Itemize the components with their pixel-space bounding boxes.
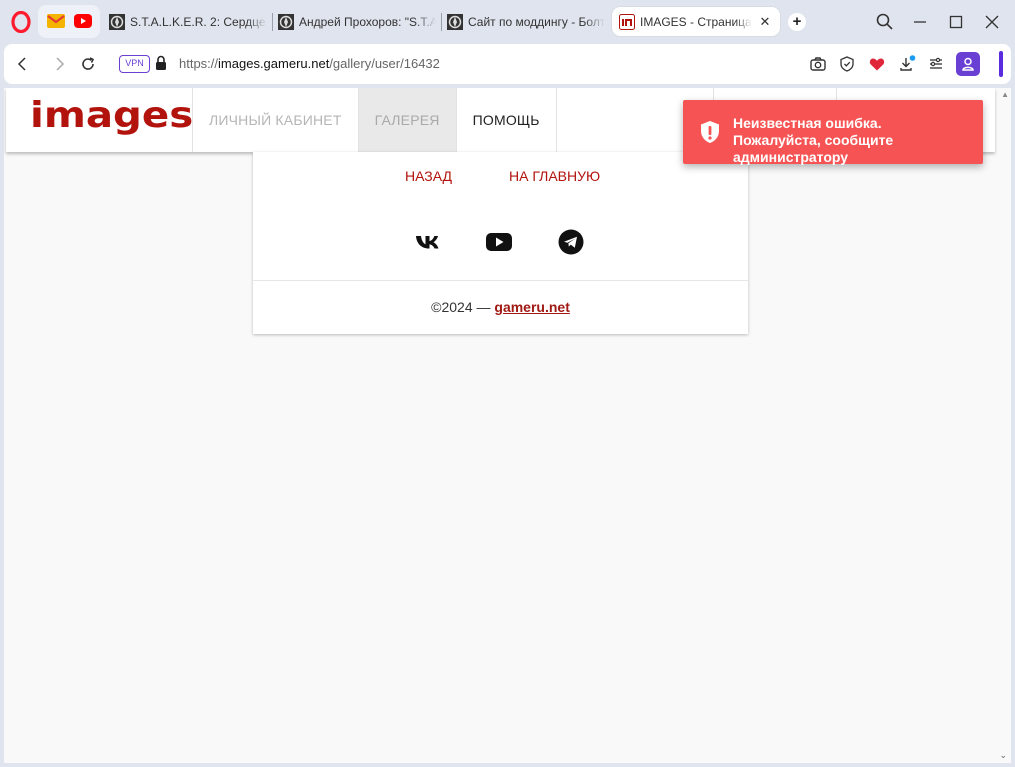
tab-title: S.T.A.L.K.E.R. 2: Сердце Чернобыля	[130, 15, 267, 29]
content-card: НАЗАД НА ГЛАВНУЮ ©2024 — gameru.net	[253, 152, 748, 334]
youtube-icon[interactable]	[74, 13, 92, 29]
youtube-icon[interactable]	[485, 228, 513, 256]
url-prefix: https://	[179, 56, 219, 71]
profile-button[interactable]	[956, 52, 980, 76]
shield-alert-icon	[701, 121, 719, 143]
tab-title: Андрей Прохоров: "S.T.A.L.K.E.R.	[299, 15, 436, 29]
vk-icon[interactable]	[414, 228, 442, 256]
gameru-link[interactable]: gameru.net	[494, 299, 569, 315]
tab-prokhorov[interactable]: Андрей Прохоров: "S.T.A.L.K.E.R.	[278, 8, 436, 36]
back-link[interactable]: НАЗАД	[405, 168, 452, 184]
copyright: ©2024 — gameru.net	[253, 299, 748, 315]
images-favicon-icon	[619, 13, 635, 30]
url-path: /gallery/user/16432	[329, 56, 440, 71]
close-window-icon[interactable]	[982, 12, 1002, 32]
back-arrow-icon[interactable]	[14, 55, 32, 73]
pinned-tabs	[38, 5, 100, 38]
gmail-icon[interactable]	[47, 13, 65, 29]
vpn-badge[interactable]: VPN	[119, 55, 150, 73]
heart-icon[interactable]	[868, 55, 886, 73]
lock-icon[interactable]	[154, 55, 168, 71]
stalker-favicon-icon	[447, 14, 463, 30]
page-viewport: images ЛИЧНЫЙ КАБИНЕТ ГАЛЕРЕЯ ПОМОЩЬ НАЗ…	[4, 88, 1011, 763]
url-domain: images.gameru.net	[218, 56, 330, 71]
user-icon	[962, 57, 974, 71]
download-icon[interactable]	[898, 55, 916, 73]
tab-separator	[441, 13, 442, 31]
stalker-favicon-icon	[109, 14, 125, 30]
toast-message: Неизвестная ошибка. Пожалуйста, сообщите…	[733, 115, 894, 165]
minimize-icon[interactable]	[910, 12, 930, 32]
reload-icon[interactable]	[79, 55, 97, 73]
telegram-icon[interactable]	[557, 228, 585, 256]
site-logo[interactable]: images	[30, 98, 193, 134]
stalker-favicon-icon	[278, 14, 294, 30]
tab-title: IMAGES - Страница не найдена	[640, 14, 752, 29]
easy-setup-icon[interactable]	[927, 55, 945, 73]
home-link[interactable]: НА ГЛАВНУЮ	[509, 168, 600, 184]
nav-item-gallery[interactable]: ГАЛЕРЕЯ	[357, 88, 456, 152]
nav-item-help[interactable]: ПОМОЩЬ	[455, 88, 557, 152]
shield-icon[interactable]	[838, 55, 856, 73]
social-links	[253, 228, 748, 256]
tab-stalker2[interactable]: S.T.A.L.K.E.R. 2: Сердце Чернобыля	[109, 8, 267, 36]
new-tab-button[interactable]: +	[788, 13, 806, 31]
address-bar: VPN https://images.gameru.net/gallery/us…	[4, 44, 1011, 84]
error-toast[interactable]: Неизвестная ошибка. Пожалуйста, сообщите…	[683, 100, 983, 165]
sidebar-handle[interactable]	[999, 51, 1003, 77]
tab-images[interactable]: IMAGES - Страница не найдена ✕	[612, 7, 780, 36]
tab-modding[interactable]: Сайт по моддингу - Болталка	[447, 8, 605, 36]
scroll-down-arrow-icon[interactable]: ⌄	[999, 750, 1007, 761]
copyright-text: ©2024 —	[431, 299, 495, 315]
opera-logo-icon[interactable]	[11, 11, 31, 33]
nav-item-account[interactable]: ЛИЧНЫЙ КАБИНЕТ	[192, 88, 358, 152]
url-field[interactable]: https://images.gameru.net/gallery/user/1…	[179, 56, 440, 71]
tab-title: Сайт по моддингу - Болталка	[468, 15, 605, 29]
tab-close-icon[interactable]: ✕	[758, 14, 772, 30]
main-nav: ЛИЧНЫЙ КАБИНЕТ ГАЛЕРЕЯ ПОМОЩЬ	[192, 88, 557, 152]
tab-strip: S.T.A.L.K.E.R. 2: Сердце Чернобыля Андре…	[0, 0, 1015, 44]
camera-icon[interactable]	[809, 55, 827, 73]
forward-arrow-icon[interactable]	[50, 55, 68, 73]
card-divider	[253, 280, 748, 281]
scroll-up-arrow-icon[interactable]: ▲	[1001, 90, 1009, 99]
tab-separator	[272, 13, 273, 31]
maximize-icon[interactable]	[946, 12, 966, 32]
search-tabs-icon[interactable]	[875, 12, 895, 32]
